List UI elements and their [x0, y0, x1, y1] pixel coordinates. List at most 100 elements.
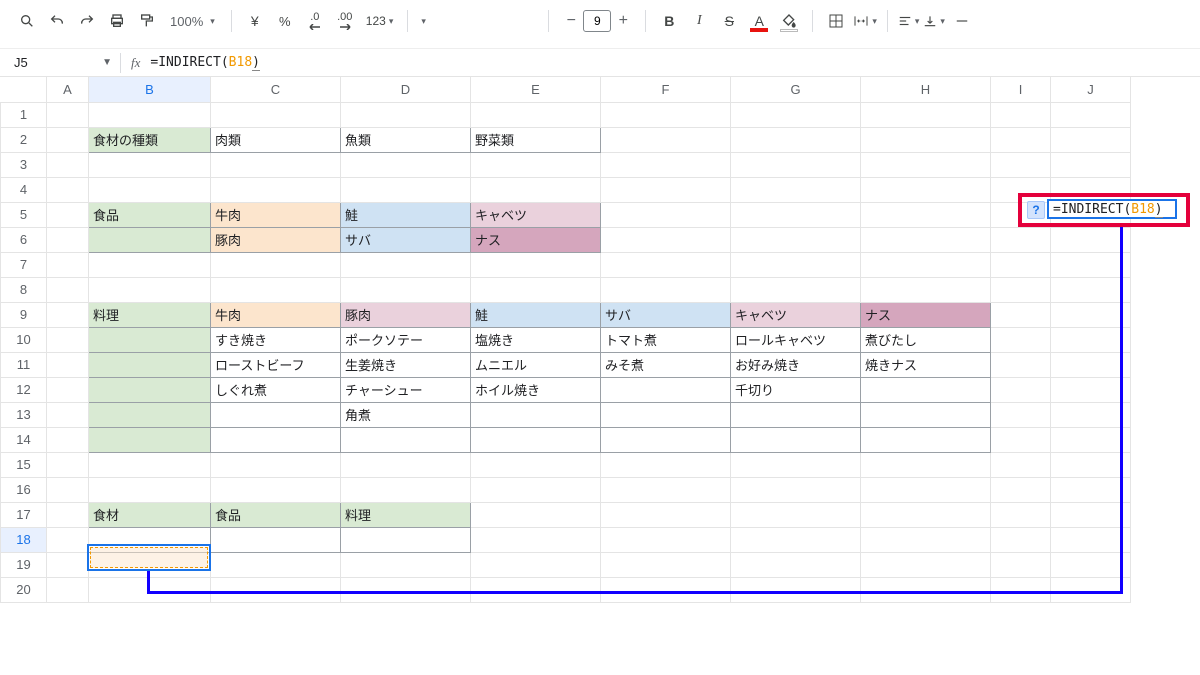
cell[interactable]: 魚類	[341, 127, 471, 152]
cell[interactable]: 豚肉	[211, 227, 341, 252]
decrease-decimals-button[interactable]: .0	[302, 8, 328, 34]
cell[interactable]	[211, 402, 341, 427]
row-18[interactable]: 18	[1, 527, 47, 552]
redo-icon[interactable]	[74, 8, 100, 34]
col-J[interactable]: J	[1051, 77, 1131, 102]
increase-decimals-button[interactable]: .00	[332, 8, 358, 34]
row-20[interactable]: 20	[1, 577, 47, 602]
row-11[interactable]: 11	[1, 352, 47, 377]
cell[interactable]	[89, 427, 211, 452]
cell[interactable]	[89, 227, 211, 252]
formula-input[interactable]: =INDIRECT(B18)	[150, 55, 260, 70]
cell[interactable]: 食品	[89, 202, 211, 227]
cell[interactable]	[861, 377, 991, 402]
col-E[interactable]: E	[471, 77, 601, 102]
cell[interactable]: 焼きナス	[861, 352, 991, 377]
cell[interactable]: 食材	[89, 502, 211, 527]
bold-button[interactable]: B	[656, 8, 682, 34]
cell[interactable]: 生姜焼き	[341, 352, 471, 377]
cell[interactable]: ホイル焼き	[471, 377, 601, 402]
row-9[interactable]: 9	[1, 302, 47, 327]
merge-cells-button[interactable]	[853, 8, 877, 34]
cell[interactable]	[861, 427, 991, 452]
spreadsheet-grid[interactable]: A B C D E F G H I J 1 2 食材の種類 肉類 魚類 野菜類 …	[0, 77, 1200, 603]
toolbar-more-icon[interactable]	[949, 8, 975, 34]
row-2[interactable]: 2	[1, 127, 47, 152]
row-5[interactable]: 5	[1, 202, 47, 227]
percent-format-button[interactable]: %	[272, 8, 298, 34]
font-size-input[interactable]	[583, 10, 611, 32]
more-formats-dropdown[interactable]: 123	[362, 8, 398, 34]
cell[interactable]: キャベツ	[731, 302, 861, 327]
row-15[interactable]: 15	[1, 452, 47, 477]
cell[interactable]: ポークソテー	[341, 327, 471, 352]
cell[interactable]	[211, 527, 341, 552]
cell-editor-j5[interactable]: =INDIRECT(B18)	[1047, 199, 1177, 219]
cell[interactable]: 塩焼き	[471, 327, 601, 352]
cell[interactable]: 料理	[341, 502, 471, 527]
cell[interactable]: ロールキャベツ	[731, 327, 861, 352]
font-family-dropdown[interactable]	[418, 10, 538, 32]
cell[interactable]: 鮭	[471, 302, 601, 327]
cell[interactable]: サバ	[601, 302, 731, 327]
cell[interactable]: 千切り	[731, 377, 861, 402]
cell[interactable]: 野菜類	[471, 127, 601, 152]
row-19[interactable]: 19	[1, 552, 47, 577]
cell[interactable]: 煮びたし	[861, 327, 991, 352]
row-8[interactable]: 8	[1, 277, 47, 302]
col-F[interactable]: F	[601, 77, 731, 102]
cell[interactable]: しぐれ煮	[211, 377, 341, 402]
cell[interactable]	[89, 402, 211, 427]
cell[interactable]: 食材の種類	[89, 127, 211, 152]
cell[interactable]	[89, 377, 211, 402]
cell[interactable]: キャベツ	[471, 202, 601, 227]
print-icon[interactable]	[104, 8, 130, 34]
font-size-decrease[interactable]: −	[559, 9, 583, 33]
zoom-dropdown[interactable]: 100%	[164, 12, 221, 31]
row-17[interactable]: 17	[1, 502, 47, 527]
row-12[interactable]: 12	[1, 377, 47, 402]
horizontal-align-button[interactable]	[898, 8, 920, 34]
cell[interactable]	[601, 377, 731, 402]
cell[interactable]	[861, 402, 991, 427]
col-D[interactable]: D	[341, 77, 471, 102]
cell[interactable]	[89, 327, 211, 352]
row-1[interactable]: 1	[1, 102, 47, 127]
col-I[interactable]: I	[991, 77, 1051, 102]
cell[interactable]	[731, 427, 861, 452]
col-C[interactable]: C	[211, 77, 341, 102]
row-4[interactable]: 4	[1, 177, 47, 202]
row-6[interactable]: 6	[1, 227, 47, 252]
row-16[interactable]: 16	[1, 477, 47, 502]
cell-b18[interactable]	[89, 527, 211, 552]
name-box[interactable]: J5 ▼	[0, 55, 120, 70]
row-3[interactable]: 3	[1, 152, 47, 177]
borders-button[interactable]	[823, 8, 849, 34]
cell[interactable]: 肉類	[211, 127, 341, 152]
search-icon[interactable]	[14, 8, 40, 34]
cell[interactable]: サバ	[341, 227, 471, 252]
undo-icon[interactable]	[44, 8, 70, 34]
cell[interactable]: トマト煮	[601, 327, 731, 352]
cell[interactable]: ムニエル	[471, 352, 601, 377]
cell[interactable]: 鮭	[341, 202, 471, 227]
cell[interactable]	[341, 527, 471, 552]
col-B[interactable]: B	[89, 77, 211, 102]
italic-button[interactable]: I	[686, 8, 712, 34]
cell[interactable]	[731, 402, 861, 427]
col-G[interactable]: G	[731, 77, 861, 102]
paint-format-icon[interactable]	[134, 8, 160, 34]
row-13[interactable]: 13	[1, 402, 47, 427]
cell[interactable]: ナス	[861, 302, 991, 327]
cell[interactable]	[601, 402, 731, 427]
cell[interactable]: ナス	[471, 227, 601, 252]
cell[interactable]: 食品	[211, 502, 341, 527]
cell[interactable]: 牛肉	[211, 302, 341, 327]
col-A[interactable]: A	[47, 77, 89, 102]
text-color-button[interactable]: A	[746, 8, 772, 34]
cell[interactable]	[89, 352, 211, 377]
col-H[interactable]: H	[861, 77, 991, 102]
vertical-align-button[interactable]	[923, 8, 945, 34]
formula-help-icon[interactable]: ?	[1027, 201, 1045, 219]
cell[interactable]: お好み焼き	[731, 352, 861, 377]
